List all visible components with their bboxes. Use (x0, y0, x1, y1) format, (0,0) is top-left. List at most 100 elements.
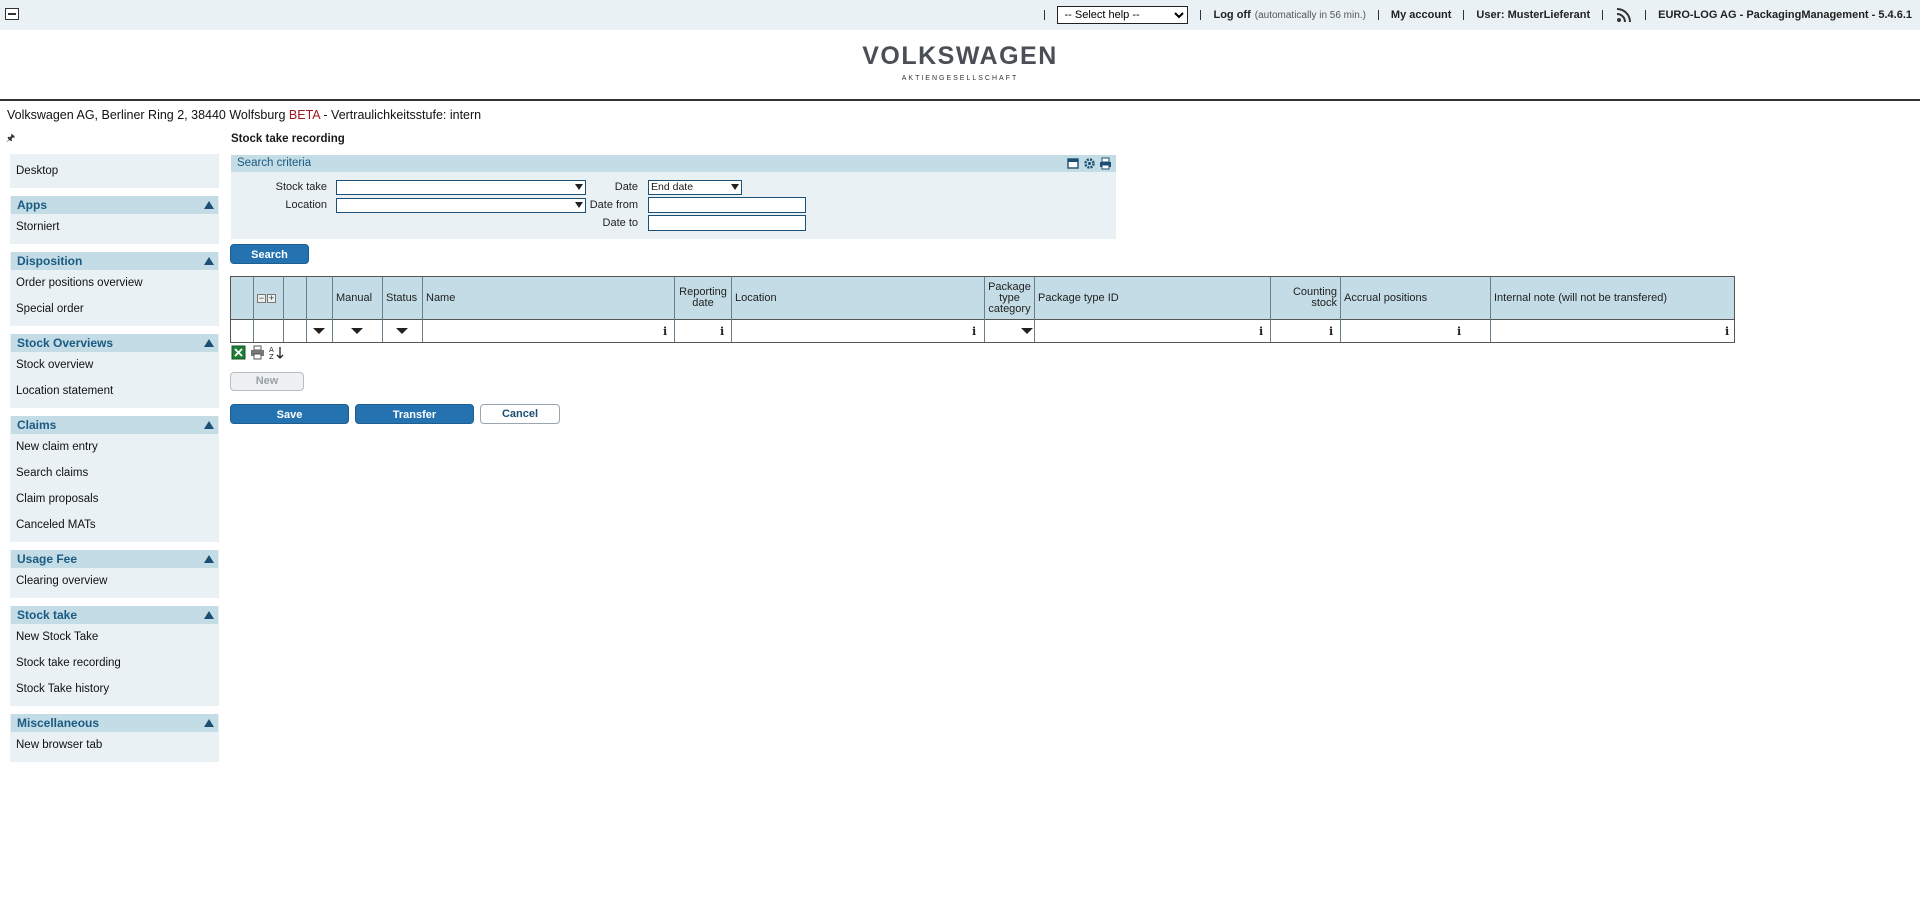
filter-location-input[interactable] (733, 321, 969, 340)
date-from-label: Date from (589, 199, 638, 211)
sidebar-item-clearing-overview[interactable]: Clearing overview (10, 568, 219, 594)
sidebar-item-desktop[interactable]: Desktop (10, 158, 219, 184)
column-header-accrual-positions[interactable]: Accrual positions (1341, 277, 1490, 319)
sidebar-header-miscellaneous[interactable]: Miscellaneous (11, 714, 218, 732)
sidebar-item-new-stock-take[interactable]: New Stock Take (10, 624, 219, 650)
sidebar-header-apps[interactable]: Apps (11, 196, 218, 214)
column-header-reporting-date[interactable]: Reporting date (675, 277, 731, 319)
filter-manual-dropdown-icon[interactable] (351, 328, 363, 334)
collapse-triangle-icon[interactable] (204, 201, 214, 209)
sidebar-item-stock-take-history[interactable]: Stock Take history (10, 676, 219, 702)
info-icon[interactable]: i (1259, 325, 1263, 338)
beta-badge: BETA (288, 108, 320, 122)
window-toggle-icon[interactable] (5, 8, 19, 20)
sidebar-item-new-browser-tab[interactable]: New browser tab (10, 732, 219, 758)
sidebar-header-claims[interactable]: Claims (11, 416, 218, 434)
separator (1463, 10, 1465, 20)
sidebar-item-claim-proposals[interactable]: Claim proposals (10, 486, 219, 512)
sidebar-header-usage-fee[interactable]: Usage Fee (11, 550, 218, 568)
confidentiality-text: - Vertraulichkeitsstufe: intern (323, 108, 482, 122)
sidebar-header-stock-overviews[interactable]: Stock Overviews (11, 334, 218, 352)
logoff-link[interactable]: Log off (1213, 9, 1250, 21)
sidebar-item-storniert[interactable]: Storniert (10, 214, 219, 240)
filter-internal-note-input[interactable] (1492, 321, 1722, 340)
collapse-triangle-icon[interactable] (204, 555, 214, 563)
column-header-counting-stock[interactable]: Counting stock (1271, 277, 1340, 319)
save-button[interactable]: Save (230, 404, 349, 424)
window-popout-icon[interactable] (1067, 157, 1080, 170)
column-header-name[interactable]: Name (423, 277, 673, 319)
filter-name-input[interactable] (424, 321, 660, 340)
info-icon[interactable]: i (1457, 325, 1461, 338)
sidebar-block-desktop: Desktop (10, 154, 219, 188)
search-button[interactable]: Search (230, 244, 309, 264)
column-divider (306, 277, 307, 342)
info-icon[interactable]: i (663, 325, 667, 338)
collapse-triangle-icon[interactable] (204, 257, 214, 265)
separator (1602, 10, 1604, 20)
sidebar-item-stock-overview[interactable]: Stock overview (10, 352, 219, 378)
stock-take-grid: − + Manual Status Name Reporting date Lo… (230, 276, 1735, 343)
new-button[interactable]: New (230, 372, 304, 391)
column-header-package-type-id[interactable]: Package type ID (1035, 277, 1270, 319)
sidebar-section-usage-fee: Usage Fee Clearing overview (10, 550, 219, 598)
column-header-location[interactable]: Location (732, 277, 984, 319)
separator (1200, 10, 1202, 20)
sidebar-section-disposition: Disposition Order positions overview Spe… (10, 252, 219, 326)
info-icon[interactable]: i (972, 325, 976, 338)
column-header-package-type-category[interactable]: Package type category (985, 277, 1034, 319)
expand-all-icon[interactable]: + (267, 294, 276, 303)
sidebar-header-label: Apps (17, 198, 47, 212)
column-divider (253, 277, 254, 342)
brand-logo-text: VOLKSWAGEN (862, 42, 1058, 70)
info-icon[interactable]: i (720, 325, 724, 338)
pin-sidebar-icon[interactable]: 🖈 (6, 131, 15, 148)
date-type-select[interactable]: End date (648, 180, 742, 195)
collapse-triangle-icon[interactable] (204, 421, 214, 429)
filter-dropdown-icon[interactable] (313, 328, 325, 334)
sidebar-section-miscellaneous: Miscellaneous New browser tab (10, 714, 219, 762)
collapse-triangle-icon[interactable] (204, 611, 214, 619)
sidebar-item-order-positions-overview[interactable]: Order positions overview (10, 270, 219, 296)
svg-text:Z: Z (269, 353, 274, 360)
info-icon[interactable]: i (1329, 325, 1333, 338)
expand-collapse-all: − + (257, 294, 276, 303)
sidebar-section-stock-take: Stock take New Stock Take Stock take rec… (10, 606, 219, 706)
column-header-internal-note[interactable]: Internal note (will not be transfered) (1491, 277, 1735, 319)
sidebar-header-stock-take[interactable]: Stock take (11, 606, 218, 624)
sidebar-header-disposition[interactable]: Disposition (11, 252, 218, 270)
gear-icon[interactable] (1083, 157, 1096, 170)
transfer-button[interactable]: Transfer (355, 404, 474, 424)
sidebar-item-new-claim-entry[interactable]: New claim entry (10, 434, 219, 460)
collapse-triangle-icon[interactable] (204, 719, 214, 727)
filter-category-dropdown-icon[interactable] (1021, 328, 1033, 334)
date-to-label: Date to (602, 217, 638, 229)
rss-feed-icon[interactable] (1615, 6, 1633, 24)
filter-status-dropdown-icon[interactable] (396, 328, 408, 334)
sidebar-item-stock-take-recording[interactable]: Stock take recording (10, 650, 219, 676)
print-icon[interactable] (250, 345, 265, 360)
print-icon[interactable] (1099, 157, 1112, 170)
my-account-link[interactable]: My account (1391, 9, 1452, 21)
help-select[interactable]: -- Select help -- (1057, 6, 1189, 24)
date-from-input[interactable] (648, 197, 806, 213)
sidebar-item-special-order[interactable]: Special order (10, 296, 219, 322)
column-divider (283, 277, 284, 342)
collapse-all-icon[interactable]: − (257, 294, 266, 303)
header-divider (0, 99, 1920, 101)
date-to-input[interactable] (648, 215, 806, 231)
column-header-status[interactable]: Status (383, 277, 422, 319)
sidebar-header-label: Miscellaneous (17, 716, 100, 730)
filter-package-type-id-input[interactable] (1037, 321, 1257, 340)
sidebar-item-location-statement[interactable]: Location statement (10, 378, 219, 404)
cancel-button[interactable]: Cancel (480, 404, 560, 424)
sidebar-item-search-claims[interactable]: Search claims (10, 460, 219, 486)
excel-export-icon[interactable] (231, 345, 246, 360)
collapse-triangle-icon[interactable] (204, 339, 214, 347)
column-header-manual[interactable]: Manual (333, 277, 382, 319)
sidebar-item-canceled-mats[interactable]: Canceled MATs (10, 512, 219, 538)
search-criteria-title: Search criteria (237, 157, 312, 169)
sort-az-icon[interactable]: AZ (269, 345, 284, 361)
organization-line: Volkswagen AG, Berliner Ring 2, 38440 Wo… (7, 108, 481, 122)
info-icon[interactable]: i (1725, 325, 1729, 338)
